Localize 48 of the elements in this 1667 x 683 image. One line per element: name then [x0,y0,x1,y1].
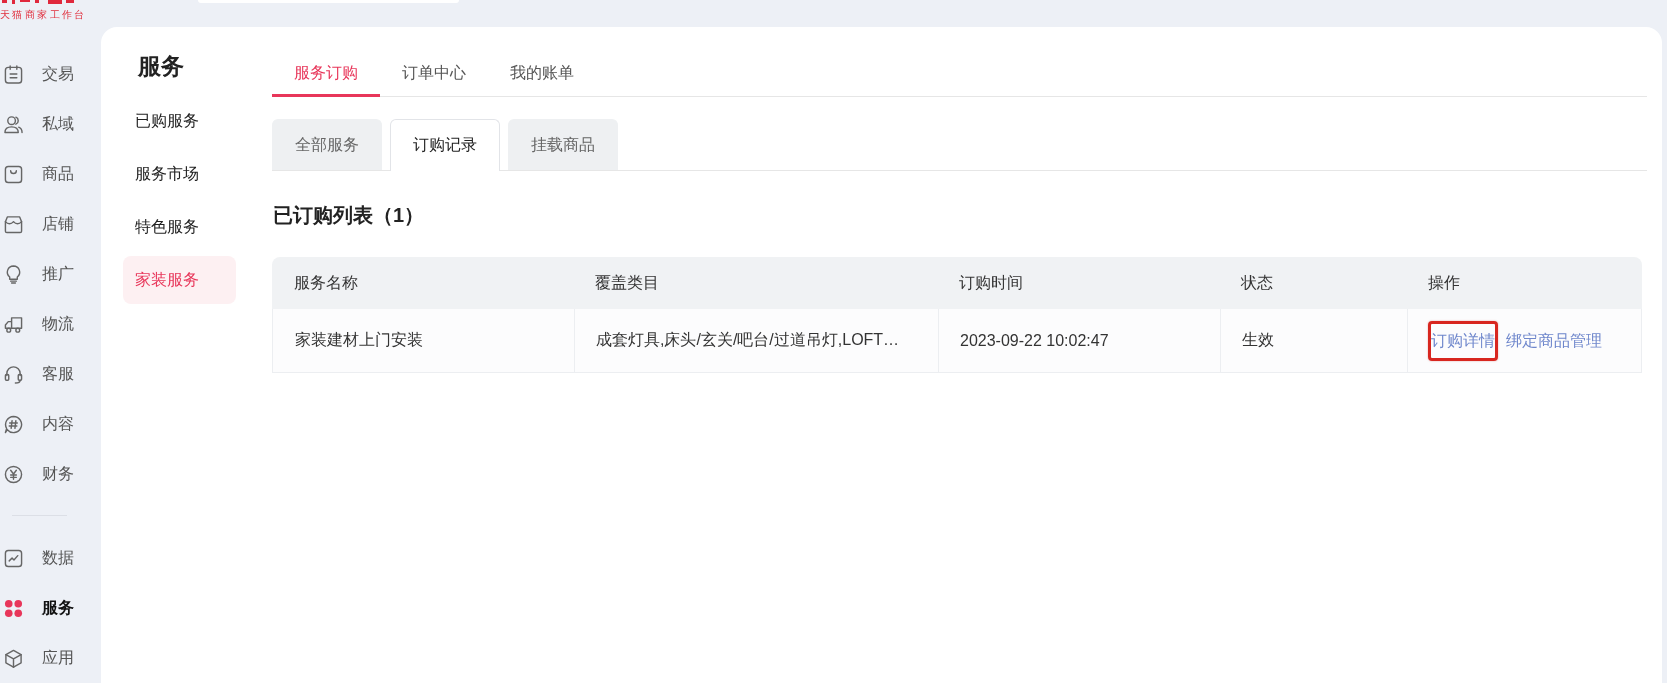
section-title: 已订购列表（1） [273,203,426,228]
nav-item[interactable]: 店铺 [0,199,101,249]
column-header: 覆盖类目 [594,272,660,293]
table-cell-text: 家装建材上门安装 [294,330,424,350]
nav-item[interactable]: 客服 [0,349,101,399]
four-dots-icon [4,598,23,618]
tab[interactable]: 订购记录 [390,119,500,171]
tab[interactable]: 我的账单 [488,52,596,97]
users-icon [4,114,23,134]
nav-item[interactable]: 推广 [0,249,101,299]
nav-item[interactable]: 商品 [0,149,101,199]
tab[interactable]: 服务订购 [272,52,380,97]
tab[interactable]: 全部服务 [272,119,382,170]
tab[interactable]: 订单中心 [380,52,488,97]
tab[interactable]: 挂载商品 [508,119,618,170]
menu-item[interactable]: 特色服务 [123,203,236,251]
nav-item[interactable]: 交易 [0,49,101,99]
cube-icon [4,648,23,668]
lightbulb-icon [4,264,23,284]
action-link[interactable]: 绑定商品管理 [1506,330,1602,351]
clipboard-icon [4,64,23,84]
column-header: 状态 [1240,272,1274,293]
store-icon [4,214,23,234]
nav-item[interactable]: 财务 [0,449,101,499]
menu-item[interactable]: 服务市场 [123,150,236,198]
nav-item[interactable]: 内容 [0,399,101,449]
bag-icon [4,164,23,184]
chart-icon [4,548,23,568]
table-cell: 生效 [1220,309,1407,372]
yen-icon [4,464,23,484]
column-header: 操作 [1427,272,1461,293]
table-cell: 成套灯具,床头/玄关/吧台/过道吊灯,LOFT… [574,309,938,372]
hash-bubble-icon [4,414,23,434]
menu-item[interactable]: 家装服务 [123,256,236,304]
action-link[interactable]: 订购详情 [1431,330,1495,351]
nav-item[interactable]: 物流 [0,299,101,349]
truck-icon [4,314,23,334]
nav-item[interactable]: 服务 [0,583,101,633]
menu-item[interactable]: 已购服务 [123,97,236,145]
nav-item[interactable]: 数据 [0,533,101,583]
nav-item[interactable]: 应用 [0,633,101,683]
table-cell: 2023-09-22 10:02:47 [938,309,1220,372]
menu-title: 服务 [136,52,185,81]
column-header: 服务名称 [293,272,359,293]
brand-subtitle: 天猫商家工作台 [0,9,87,21]
nav-item[interactable]: 私域 [0,99,101,149]
column-header: 订购时间 [958,272,1024,293]
headset-icon [4,364,23,384]
